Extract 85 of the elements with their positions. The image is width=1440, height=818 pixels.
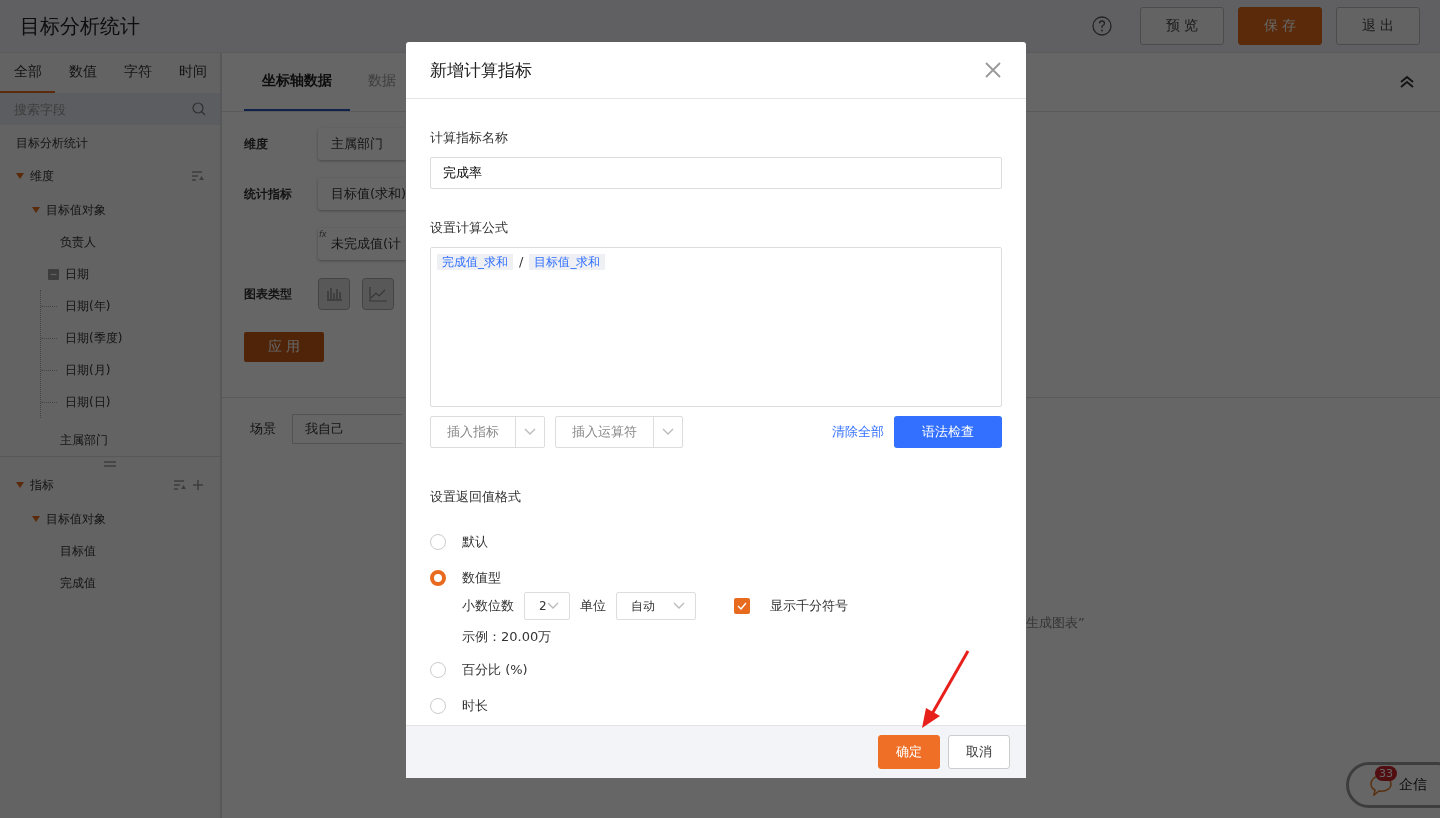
field-label: 小数位数: [462, 597, 514, 615]
checkbox[interactable]: [733, 598, 750, 614]
option-label: 时长: [462, 697, 488, 715]
option-label: 百分比 (%): [462, 661, 528, 679]
radio-button[interactable]: [430, 662, 446, 678]
formula-operator: /: [518, 254, 525, 270]
header-button[interactable]: 退 出: [1336, 7, 1420, 45]
field-chip[interactable]: 目标值(求和): [318, 178, 406, 210]
chat-label: 企信: [1399, 776, 1427, 794]
section-label: 设置返回值格式: [430, 488, 522, 506]
chevron-down-icon: [662, 428, 674, 436]
tree-item[interactable]: 目标值对象: [46, 510, 106, 528]
radio-button[interactable]: [430, 534, 446, 550]
tree-item[interactable]: 日期(日): [65, 393, 111, 411]
clear-all-link[interactable]: 清除全部: [832, 423, 884, 441]
field-label: 图表类型: [244, 286, 293, 303]
scene-select[interactable]: 我自己: [292, 414, 402, 444]
formula-token: 目标值_求和: [529, 254, 606, 270]
field-chip[interactable]: 主属部门: [318, 128, 406, 160]
search-icon: [192, 102, 206, 116]
cancel-button[interactable]: 取消: [948, 735, 1010, 769]
section-title: 指标: [30, 476, 55, 494]
caret-icon[interactable]: [16, 173, 24, 179]
resize-handle[interactable]: [104, 461, 116, 467]
insert-dropdown[interactable]: 插入指标: [430, 416, 545, 448]
help-icon[interactable]: [1092, 16, 1112, 36]
field-chip[interactable]: 未完成值(计 fx: [318, 228, 406, 260]
collapse-box-icon[interactable]: [48, 268, 59, 280]
checkbox-label: 显示千分符号: [769, 597, 848, 615]
tree-item[interactable]: 主属部门: [60, 431, 108, 449]
example-text: 示例：20.00万: [462, 628, 553, 646]
formula-token: 完成值_求和: [437, 254, 513, 270]
chevron-down-icon: [546, 602, 559, 610]
unread-badge: 33: [1375, 766, 1397, 781]
option-label: 数值型: [462, 569, 501, 587]
tree-item[interactable]: 负责人: [60, 233, 96, 251]
field-label: 单位: [579, 597, 606, 615]
field-type-tab[interactable]: 时间: [165, 53, 220, 93]
collapse-icon[interactable]: [1400, 75, 1414, 89]
field-type-tab[interactable]: 字符: [110, 53, 165, 93]
caret-icon[interactable]: [16, 482, 24, 488]
field-label: 计算指标名称: [430, 129, 509, 147]
formula-mark: fx: [319, 229, 327, 241]
header-button[interactable]: 预 览: [1140, 7, 1224, 45]
tree-item[interactable]: 目标值对象: [46, 201, 106, 219]
sort-icon[interactable]: [174, 480, 186, 490]
name-field[interactable]: 完成率: [430, 157, 1002, 189]
sort-icon[interactable]: [192, 171, 204, 181]
field-label: 维度: [244, 136, 269, 153]
radio-button[interactable]: [430, 570, 446, 586]
caret-icon[interactable]: [32, 207, 40, 213]
tree-item[interactable]: 日期(年): [65, 297, 111, 315]
field-label: 设置计算公式: [430, 219, 509, 237]
config-tab[interactable]: 坐标轴数据: [244, 53, 350, 111]
check-icon: [736, 602, 747, 610]
confirm-button[interactable]: 确定: [878, 735, 940, 769]
dialog-title: 新增计算指标: [430, 58, 533, 82]
page-title: 目标分析统计: [20, 12, 141, 40]
syntax-check-button[interactable]: 语法检查: [894, 416, 1002, 448]
apply-button[interactable]: 应 用: [244, 332, 324, 362]
radio-button[interactable]: [430, 698, 446, 714]
close-icon[interactable]: [984, 61, 1002, 79]
tree-item[interactable]: 目标值: [60, 542, 96, 560]
bar-chart-icon[interactable]: [318, 278, 350, 310]
line-chart-icon[interactable]: [362, 278, 394, 310]
chevron-down-icon: [672, 602, 685, 610]
chevron-down-icon: [524, 428, 536, 436]
option-label: 默认: [462, 533, 488, 551]
field-label: 场景: [250, 420, 276, 438]
caret-icon[interactable]: [32, 516, 40, 522]
tree-item[interactable]: 日期: [65, 265, 89, 283]
save-button[interactable]: 保 存: [1238, 7, 1322, 45]
field-label: 统计指标: [244, 186, 293, 203]
chat-widget[interactable]: 33 企信: [1346, 762, 1440, 808]
tree-root: 目标分析统计: [15, 135, 89, 152]
tree-item[interactable]: 日期(月): [65, 361, 111, 379]
section-title: 维度: [30, 167, 55, 185]
decimals-select[interactable]: 2: [524, 592, 570, 620]
formula-editor[interactable]: 完成值_求和 / 目标值_求和: [430, 247, 1002, 407]
add-icon[interactable]: [192, 480, 204, 490]
tree-item[interactable]: 日期(季度): [65, 329, 123, 347]
insert-dropdown[interactable]: 插入运算符: [555, 416, 683, 448]
unit-select[interactable]: 自动: [615, 592, 696, 620]
tree-item[interactable]: 完成值: [60, 574, 96, 592]
field-type-tab[interactable]: 数值: [55, 53, 110, 93]
